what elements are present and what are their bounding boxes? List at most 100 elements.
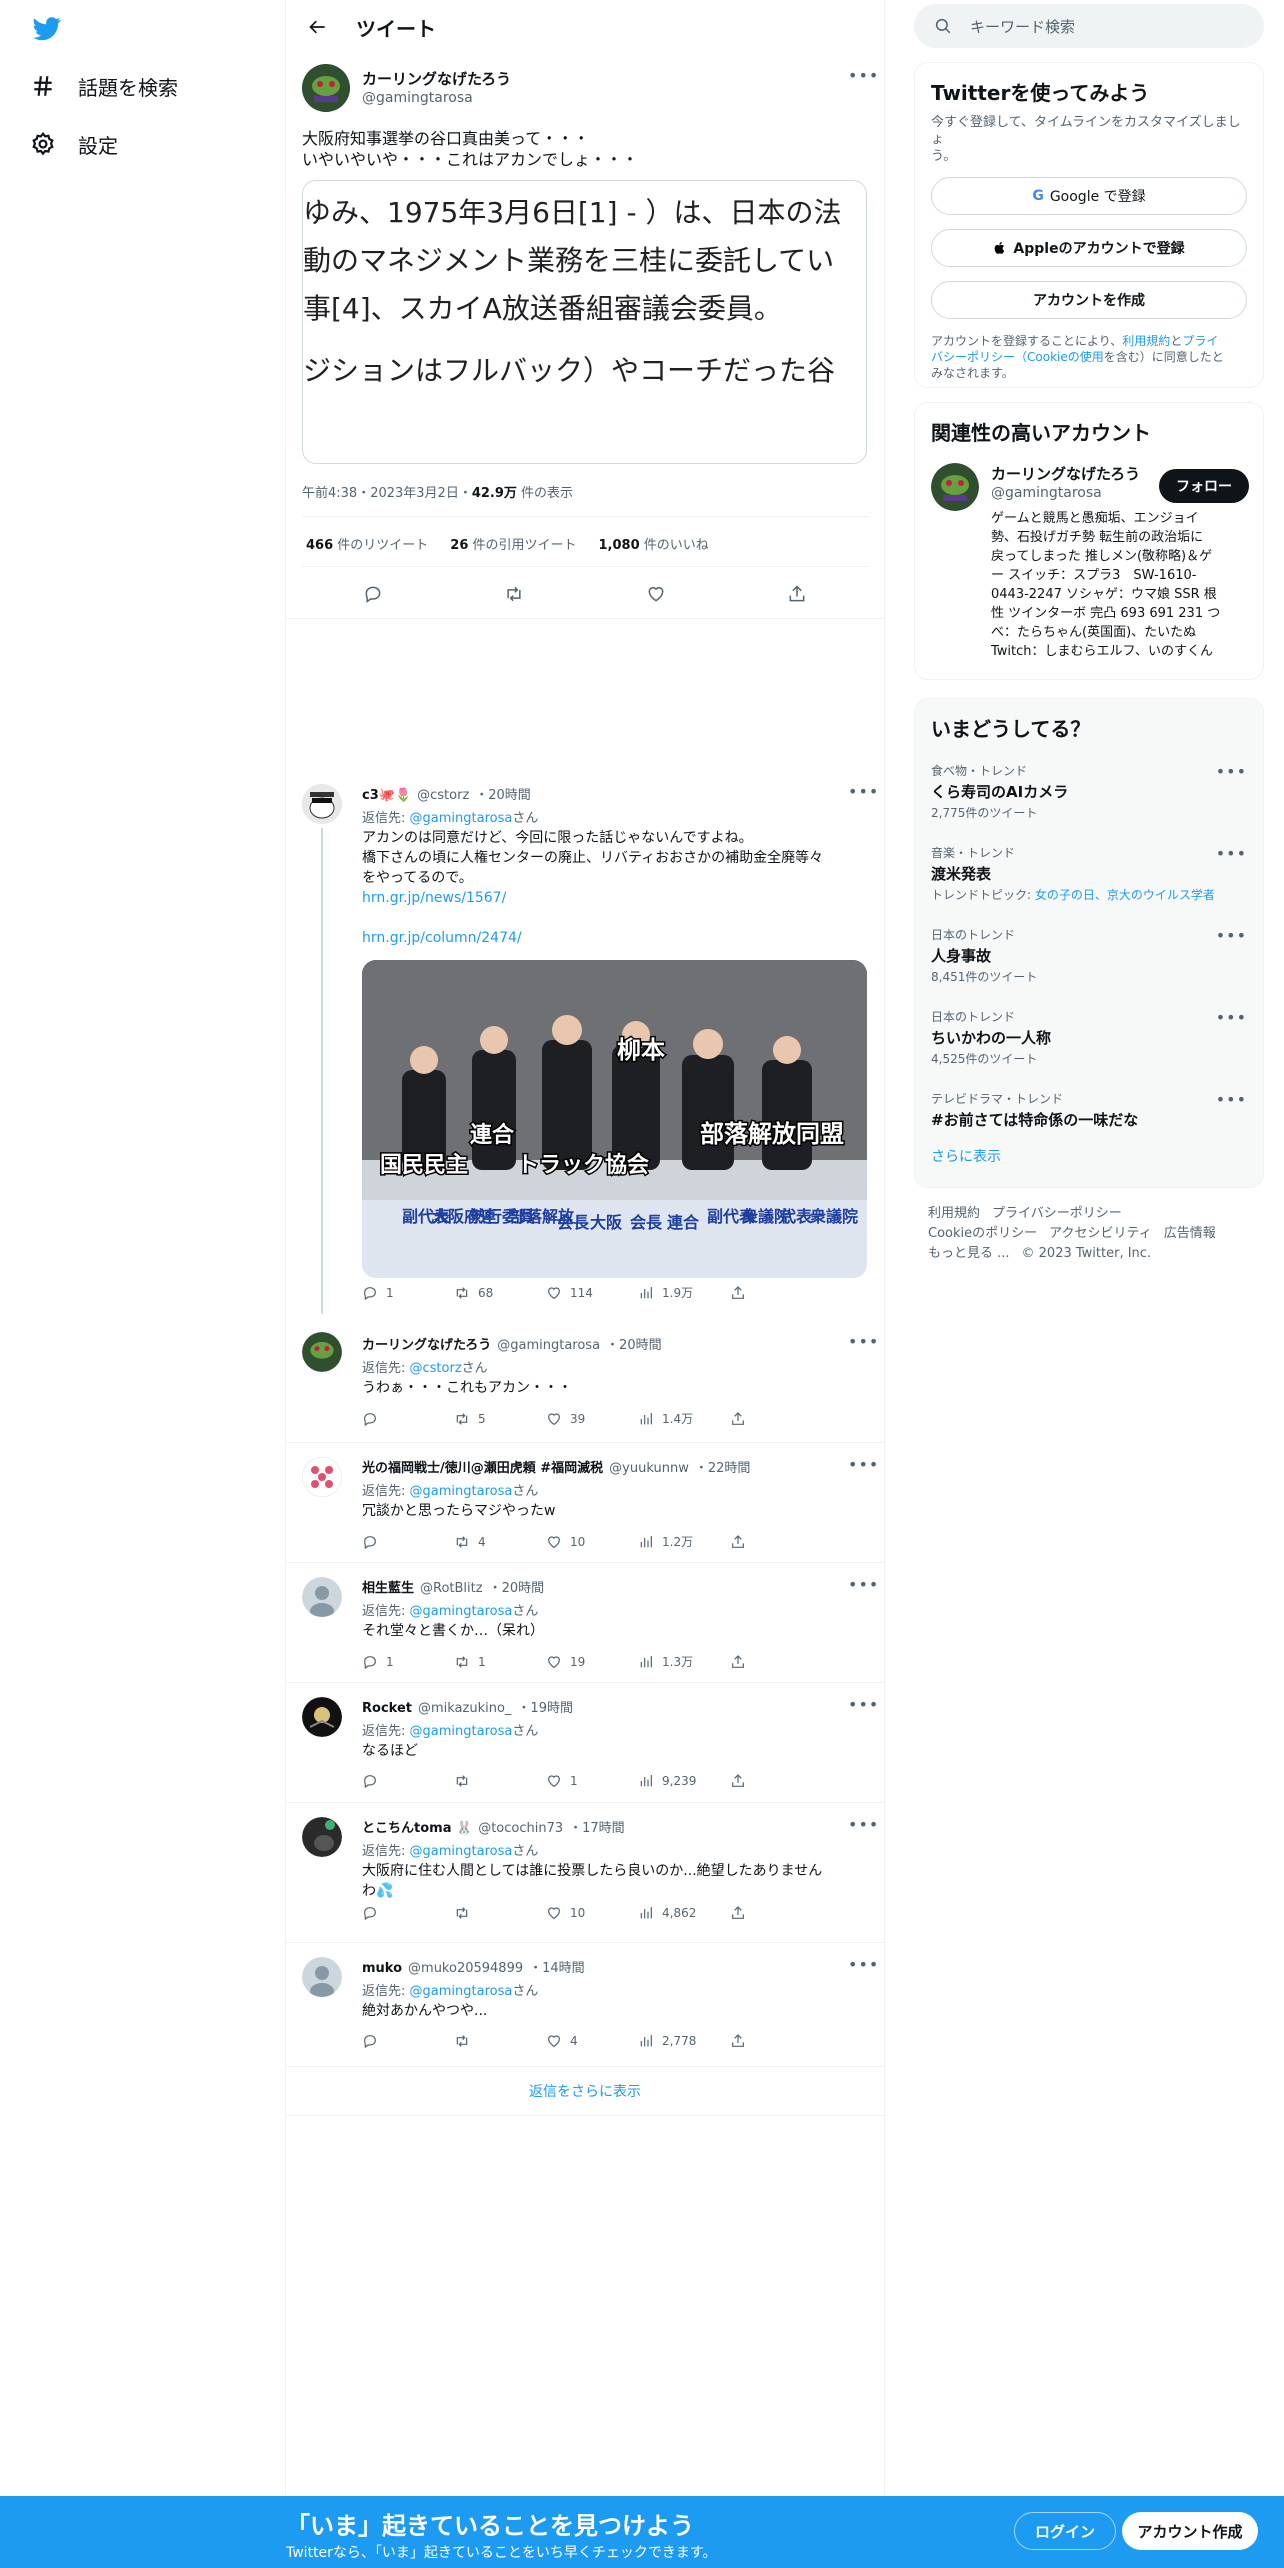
more-options-icon[interactable]: ••• xyxy=(848,1332,879,1351)
reply-to-link[interactable]: @gamingtarosa xyxy=(410,811,513,826)
more-options-icon[interactable]: ••• xyxy=(1216,1090,1247,1109)
avatar[interactable] xyxy=(302,1697,342,1737)
reply-tweet[interactable]: c3🐙🌷 @cstorz ・20時間 返信先: @gamingtarosaさん アカ… xyxy=(286,770,884,1316)
share-button[interactable] xyxy=(730,1411,822,1427)
avatar[interactable] xyxy=(302,784,342,824)
reply-to-link[interactable]: @gamingtarosa xyxy=(410,1484,513,1499)
reply-time[interactable]: ・20時間 xyxy=(606,1334,662,1353)
avatar[interactable] xyxy=(302,1457,342,1497)
reply-link-1[interactable]: hrn.gr.jp/news/1567/ xyxy=(362,888,862,908)
back-button[interactable] xyxy=(300,9,336,45)
more-options-icon[interactable]: ••• xyxy=(848,1455,879,1474)
more-options-icon[interactable]: ••• xyxy=(1216,844,1247,863)
more-options-icon[interactable]: ••• xyxy=(1216,926,1247,945)
views-button[interactable]: 9,239 xyxy=(638,1773,730,1789)
reply-author-handle[interactable]: @RotBlitz xyxy=(420,1581,483,1596)
like-button[interactable]: 1 xyxy=(546,1773,638,1789)
avatar[interactable] xyxy=(302,64,350,112)
reply-photo[interactable]: 副代表 大阪府連 熱行委員 部落解放 会長 大阪 会長 連合 副代表 衆議院 代… xyxy=(362,960,867,1278)
reply-time[interactable]: ・19時間 xyxy=(517,1697,573,1716)
tweet-image[interactable]: ゆみ、1975年3月6日[1] - ）は、日本の法 動のマネジメント業務を三桂に… xyxy=(302,180,867,464)
share-button[interactable] xyxy=(730,1905,822,1921)
apple-signup-button[interactable]: Appleのアカウントで登録 xyxy=(931,229,1247,267)
google-signup-button[interactable]: G Google で登録 xyxy=(931,177,1247,215)
reply-button[interactable] xyxy=(362,1905,454,1921)
retweet-count[interactable]: 466 件のリツイート xyxy=(306,534,428,553)
nav-explore[interactable]: 話題を検索 xyxy=(30,68,178,104)
reply-button[interactable] xyxy=(362,2033,454,2049)
footer-link[interactable]: 利用規約 xyxy=(928,1206,980,1221)
reply-tweet[interactable]: muko @muko20594899 ・14時間 返信先: @gamingtaros… xyxy=(286,1942,884,2066)
views-button[interactable]: 4,862 xyxy=(638,1905,730,1921)
views-button[interactable]: 1.9万 xyxy=(638,1284,730,1301)
footer-link[interactable]: アクセシビリティ xyxy=(1049,1226,1152,1241)
more-options-icon[interactable]: ••• xyxy=(848,1955,879,1974)
share-icon[interactable] xyxy=(787,584,807,604)
more-options-icon[interactable]: ••• xyxy=(848,1815,879,1834)
reply-time[interactable]: ・20時間 xyxy=(489,1577,545,1596)
more-options-icon[interactable]: ••• xyxy=(848,1695,879,1714)
reply-link-2[interactable]: hrn.gr.jp/column/2474/ xyxy=(362,928,862,948)
reply-time[interactable]: ・22時間 xyxy=(695,1457,751,1476)
privacy-link-cont[interactable]: バシーポリシー（Cookieの使用 xyxy=(931,350,1104,364)
show-more-trends[interactable]: さらに表示 xyxy=(915,1140,1263,1172)
retweet-button[interactable]: 1 xyxy=(454,1654,546,1670)
share-button[interactable] xyxy=(730,1534,822,1550)
reply-icon[interactable] xyxy=(363,584,383,604)
reply-button[interactable] xyxy=(362,1411,454,1427)
reply-author-name[interactable]: カーリングなげたろう xyxy=(362,1334,491,1353)
share-button[interactable] xyxy=(730,2033,822,2049)
search-box[interactable]: キーワード検索 xyxy=(914,4,1264,48)
reply-author-name[interactable]: muko xyxy=(362,1961,402,1976)
reply-time[interactable]: ・14時間 xyxy=(529,1957,585,1976)
login-button[interactable]: ログイン xyxy=(1014,2512,1116,2550)
reply-button[interactable]: 1 xyxy=(362,1285,454,1301)
like-button[interactable]: 10 xyxy=(546,1905,638,1921)
privacy-link[interactable]: プライ xyxy=(1182,334,1218,348)
reply-author-name[interactable]: 相生藍生 xyxy=(362,1577,414,1596)
trend-item[interactable]: テレビドラマ・トレンド #お前さては特命係の一味だな ••• xyxy=(915,1082,1263,1140)
retweet-button[interactable] xyxy=(454,1773,546,1789)
like-button[interactable]: 4 xyxy=(546,2033,638,2049)
reply-time[interactable]: ・17時間 xyxy=(569,1817,625,1836)
follow-button[interactable]: フォロー xyxy=(1159,469,1249,503)
show-more-replies-button[interactable]: 返信をさらに表示 xyxy=(286,2066,884,2116)
retweet-button[interactable]: 5 xyxy=(454,1411,546,1427)
views-button[interactable]: 1.4万 xyxy=(638,1410,730,1427)
reply-to-link[interactable]: @cstorz xyxy=(410,1361,462,1376)
share-button[interactable] xyxy=(730,1773,822,1789)
reply-author-name[interactable]: c3🐙🌷 xyxy=(362,788,411,803)
avatar[interactable] xyxy=(302,1577,342,1617)
reply-tweet[interactable]: とこちんtoma 🐰 @tocochin73 ・17時間 返信先: @gamingt… xyxy=(286,1802,884,1942)
avatar[interactable] xyxy=(302,1817,342,1857)
retweet-button[interactable]: 4 xyxy=(454,1534,546,1550)
avatar[interactable] xyxy=(931,463,979,511)
twitter-logo-icon[interactable] xyxy=(30,14,64,42)
trend-topic-link[interactable]: 女の子の日、京大のウイルス学者 xyxy=(1035,888,1215,902)
quote-count[interactable]: 26 件の引用ツイート xyxy=(450,534,576,553)
reply-to-link[interactable]: @gamingtarosa xyxy=(410,1604,513,1619)
trend-item[interactable]: 音楽・トレンド 渡米発表 トレンドトピック: 女の子の日、京大のウイルス学者 ••• xyxy=(915,836,1263,918)
reply-author-handle[interactable]: @gamingtarosa xyxy=(497,1338,600,1353)
reply-tweet[interactable]: 相生藍生 @RotBlitz ・20時間 返信先: @gamingtarosaさん … xyxy=(286,1562,884,1682)
reply-author-handle[interactable]: @cstorz xyxy=(417,788,469,803)
footer-link[interactable]: Cookieのポリシー xyxy=(928,1226,1037,1241)
retweet-button[interactable] xyxy=(454,1905,546,1921)
reply-tweet[interactable]: 光の福岡戦士/徳川@瀬田虎頼 #福岡滅税 @yuukunnw ・22時間 返信先: … xyxy=(286,1442,884,1562)
reply-to-link[interactable]: @gamingtarosa xyxy=(410,1724,513,1739)
views-button[interactable]: 2,778 xyxy=(638,2033,730,2049)
terms-link[interactable]: 利用規約 xyxy=(1122,334,1170,348)
trend-item[interactable]: 食べ物・トレンド くら寿司のAIカメラ 2,775件のツイート ••• xyxy=(915,754,1263,836)
retweet-button[interactable] xyxy=(454,2033,546,2049)
related-handle[interactable]: @gamingtarosa xyxy=(991,485,1102,501)
reply-author-handle[interactable]: @mikazukino_ xyxy=(418,1701,511,1716)
reply-author-handle[interactable]: @tocochin73 xyxy=(478,1821,563,1836)
like-button[interactable]: 10 xyxy=(546,1534,638,1550)
reply-to-link[interactable]: @gamingtarosa xyxy=(410,1844,513,1859)
footer-link[interactable]: プライバシーポリシー xyxy=(992,1206,1122,1221)
more-options-icon[interactable]: ••• xyxy=(848,66,879,85)
reply-tweet[interactable]: カーリングなげたろう @gamingtarosa ・20時間 返信先: @cstor… xyxy=(286,1320,884,1442)
create-account-button[interactable]: アカウントを作成 xyxy=(931,281,1247,319)
reply-author-name[interactable]: Rocket xyxy=(362,1701,412,1716)
trend-item[interactable]: 日本のトレンド 人身事故 8,451件のツイート ••• xyxy=(915,918,1263,1000)
